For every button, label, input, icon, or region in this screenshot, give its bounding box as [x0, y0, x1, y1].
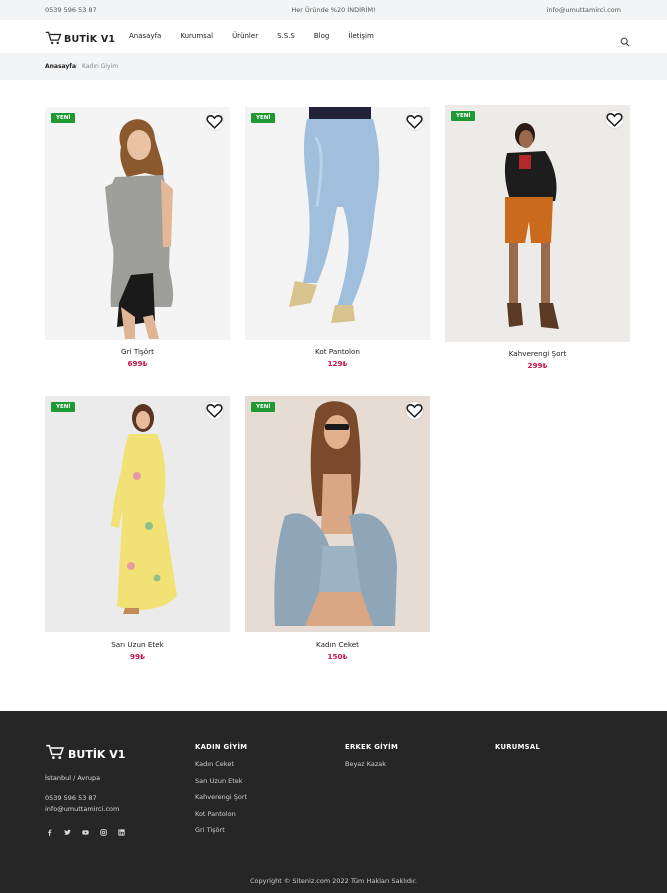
search-icon[interactable] — [620, 32, 630, 47]
product-image-brown-shorts[interactable]: YENİ — [445, 105, 630, 342]
nav-item-iletisim[interactable]: İletişim — [348, 32, 373, 40]
wishlist-heart-icon[interactable] — [606, 111, 623, 128]
instagram-icon[interactable] — [99, 828, 108, 837]
footer-link[interactable]: Gri Tişört — [195, 826, 247, 834]
product-image-yellow-dress[interactable]: YENİ — [45, 396, 230, 632]
footer-brand-logo[interactable]: BUTİK V1 — [45, 744, 125, 764]
breadcrumb-home[interactable]: Anasayfa — [45, 63, 76, 70]
wishlist-heart-icon[interactable] — [406, 402, 423, 419]
social-links — [45, 828, 135, 837]
footer-link[interactable]: Kadın Ceket — [195, 760, 247, 768]
product-name[interactable]: Kot Pantolon — [245, 347, 430, 356]
footer-phone[interactable]: 0539 596 53 87 — [45, 794, 97, 802]
brand-name: BUTİK V1 — [64, 34, 116, 45]
wishlist-heart-icon[interactable] — [206, 113, 223, 130]
product-card[interactable]: YENİ Kahverengi Şort 299₺ — [445, 105, 630, 373]
footer-column-corporate: KURUMSAL — [495, 743, 540, 760]
copyright: Copyright © Siteniz.com 2022 Tüm Hakları… — [250, 877, 417, 885]
product-price: 699₺ — [127, 359, 148, 368]
new-badge: YENİ — [251, 113, 276, 123]
product-price: 150₺ — [327, 652, 348, 661]
wishlist-heart-icon[interactable] — [406, 113, 423, 130]
footer-link[interactable]: Beyaz Kazak — [345, 760, 398, 768]
new-badge: YENİ — [51, 113, 76, 123]
cart-icon — [45, 744, 65, 764]
product-card[interactable]: YENİ Kadın Ceket 150₺ — [245, 396, 430, 664]
product-name[interactable]: Kahverengi Şort — [445, 349, 630, 358]
footer-link[interactable]: Kot Pantolon — [195, 810, 247, 818]
nav-item-blog[interactable]: Blog — [314, 32, 329, 40]
product-price: 99₺ — [129, 652, 145, 661]
topbar-email[interactable]: info@umuttamirci.com — [547, 6, 621, 14]
product-image-denim-jacket[interactable]: YENİ — [245, 396, 430, 632]
footer-column-title: KURUMSAL — [495, 743, 541, 751]
footer-column-title: ERKEK GİYİM — [345, 743, 399, 751]
top-bar: 0539 596 53 87 Her Üründe %20 İNDİRİM! i… — [0, 0, 667, 20]
product-image-gray-tshirt[interactable]: YENİ — [45, 107, 230, 340]
linkedin-icon[interactable] — [117, 828, 126, 837]
header: BUTİK V1 Anasayfa Kurumsal Ürünler S.S.S… — [0, 20, 667, 53]
new-badge: YENİ — [251, 402, 276, 412]
main-nav: Anasayfa Kurumsal Ürünler S.S.S Blog İle… — [129, 32, 393, 40]
breadcrumb: Anasayfa / Kadın Giyim — [0, 53, 667, 80]
product-card[interactable]: YENİ Kot Pantolon 129₺ — [245, 107, 430, 372]
footer-link[interactable]: Sarı Uzun Etek — [195, 777, 247, 785]
footer-column-title: KADIN GİYİM — [195, 743, 248, 751]
product-name[interactable]: Kadın Ceket — [245, 640, 430, 649]
facebook-icon[interactable] — [45, 828, 54, 837]
brand-logo[interactable]: BUTİK V1 — [45, 30, 115, 49]
footer-link[interactable]: Kahverengi Şort — [195, 793, 247, 801]
footer-email[interactable]: info@umuttamirci.com — [45, 805, 119, 813]
footer-column-women: KADIN GİYİM Kadın Ceket Sarı Uzun Etek K… — [195, 743, 247, 843]
footer-city: İstanbul / Avrupa — [45, 774, 101, 782]
nav-item-urunler[interactable]: Ürünler — [232, 32, 258, 40]
new-badge: YENİ — [51, 402, 76, 412]
wishlist-heart-icon[interactable] — [206, 402, 223, 419]
footer: BUTİK V1 İstanbul / Avrupa 0539 596 53 8… — [0, 711, 667, 893]
footer-brand-name: BUTİK V1 — [68, 747, 126, 761]
product-price: 299₺ — [527, 361, 548, 370]
product-card[interactable]: YENİ Sarı Uzun Etek 99₺ — [45, 396, 230, 664]
footer-column-men: ERKEK GİYİM Beyaz Kazak — [345, 743, 398, 777]
product-price: 129₺ — [327, 359, 348, 368]
product-image-jeans[interactable]: YENİ — [245, 107, 430, 340]
nav-item-kurumsal[interactable]: Kurumsal — [180, 32, 213, 40]
twitter-icon[interactable] — [63, 828, 72, 837]
new-badge: YENİ — [451, 111, 476, 121]
nav-item-sss[interactable]: S.S.S — [277, 32, 295, 40]
breadcrumb-separator: / — [75, 63, 78, 70]
cart-icon — [45, 30, 62, 49]
product-name[interactable]: Sarı Uzun Etek — [45, 640, 230, 649]
youtube-icon[interactable] — [81, 828, 90, 837]
product-name[interactable]: Gri Tişört — [45, 347, 230, 356]
product-card[interactable]: YENİ Gri Tişört 699₺ — [45, 107, 230, 372]
breadcrumb-current: Kadın Giyim — [82, 63, 119, 70]
nav-item-anasayfa[interactable]: Anasayfa — [129, 32, 161, 40]
